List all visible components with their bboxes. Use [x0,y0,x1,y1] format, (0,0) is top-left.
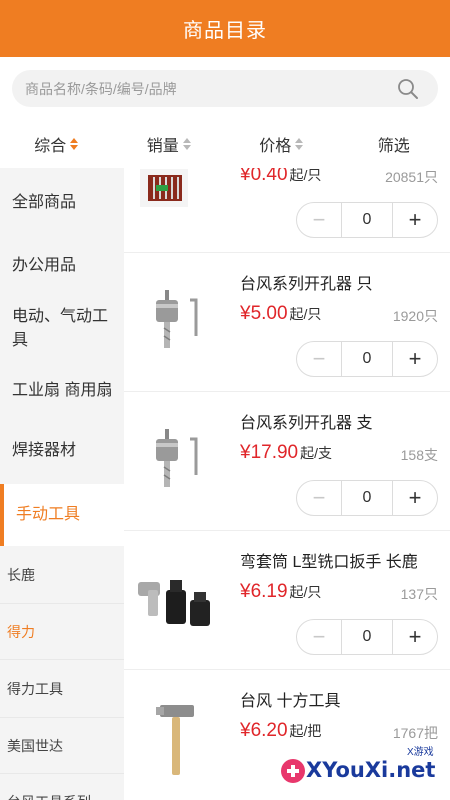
search-input[interactable] [25,80,385,97]
sort-label: 筛选 [377,138,410,155]
watermark-text: XYouXi.net [306,758,436,782]
decrement-button[interactable]: − [297,342,341,376]
quantity-value[interactable]: 0 [341,620,393,654]
price-unit: 起/只 [289,306,322,322]
price-value: ¥0.40 [240,168,288,185]
product-list[interactable]: ¥0.40 起/只 20851只 − 0 + 台风系列开孔器 只 ¥5.00 起/只… [124,168,450,800]
price-unit: 起/只 [289,168,322,183]
product-image [156,429,198,487]
subcategory-deli[interactable]: 得力 [0,604,124,660]
sort-arrows-icon [295,137,304,151]
sort-price[interactable]: 价格 [225,120,338,168]
category-label: 焊接器材 [12,442,77,459]
sold-count: 158支 [400,447,438,463]
quantity-stepper[interactable]: − 0 + [296,341,438,377]
sort-label: 综合 [34,138,67,155]
price-value: ¥6.19 [240,581,288,602]
sort-label: 销量 [146,138,179,155]
category-office[interactable]: 办公用品 [0,238,124,294]
sort-arrows-icon [70,137,79,151]
quantity-stepper[interactable]: − 0 + [296,480,438,516]
decrement-button[interactable]: − [297,203,341,237]
filter-button[interactable]: 筛选 [338,120,450,168]
product-item[interactable]: 弯套筒 L型铣口扳手 长鹿 ¥6.19 起/只 137只 − 0 + [124,532,450,670]
subcategory-label: 长鹿 [7,566,35,583]
sort-bar: 综合 销量 价格 筛选 [0,120,450,168]
product-image [138,580,210,626]
category-power-tools[interactable]: 电动、气动工具 [0,294,124,364]
category-all[interactable]: 全部商品 [0,168,124,238]
product-name: 台风 十方工具 [240,693,341,710]
product-name: 弯套筒 L型铣口扳手 长鹿 [240,554,418,571]
category-label: 工业扇 商用扇 [12,382,113,399]
product-price: ¥17.90 起/支 [240,442,332,464]
product-name: 台风系列开孔器 只 [240,276,373,293]
decrement-button[interactable]: − [297,481,341,515]
sold-count: 20851只 [385,169,438,185]
subcategory-taifeng[interactable]: 台风工具系列 [0,774,124,800]
product-item[interactable]: 台风系列开孔器 只 ¥5.00 起/只 1920只 − 0 + [124,254,450,392]
category-label: 手动工具 [16,506,81,523]
subcategory-label: 得力工具 [7,680,63,697]
category-label: 电动、气动工具 [12,308,109,349]
sort-comprehensive[interactable]: 综合 [0,120,113,168]
top-bar: 商品目录 [0,0,450,57]
category-label: 办公用品 [12,257,77,274]
quantity-value[interactable]: 0 [341,481,393,515]
search-icon[interactable] [396,77,420,101]
category-sidebar[interactable]: 全部商品 办公用品 电动、气动工具 工业扇 商用扇 焊接器材 手动工具 长鹿 得… [0,168,124,800]
search-area [0,57,450,120]
product-price: ¥6.19 起/只 [240,581,321,603]
price-value: ¥5.00 [240,303,288,324]
subcategory-deli-tools[interactable]: 得力工具 [0,660,124,718]
watermark-tag: X游戏 [407,747,434,758]
price-unit: 起/只 [289,584,322,600]
product-price: ¥5.00 起/只 [240,303,321,325]
quantity-value[interactable]: 0 [341,342,393,376]
subcategory-label: 美国世达 [7,737,63,754]
product-price: ¥0.40 起/只 [240,168,321,186]
category-fans[interactable]: 工业扇 商用扇 [0,364,124,418]
sort-sales[interactable]: 销量 [113,120,226,168]
quantity-stepper[interactable]: − 0 + [296,619,438,655]
increment-button[interactable]: + [393,620,437,654]
subcategory-label: 得力 [7,623,35,640]
category-welding[interactable]: 焊接器材 [0,418,124,484]
product-image [156,290,198,348]
search-box[interactable] [12,70,438,107]
product-name: 台风系列开孔器 支 [240,415,373,432]
subcategory-changlu[interactable]: 长鹿 [0,546,124,604]
product-image [156,705,194,775]
subcategory-sata[interactable]: 美国世达 [0,718,124,774]
price-value: ¥17.90 [240,442,299,463]
increment-button[interactable]: + [393,203,437,237]
quantity-value[interactable]: 0 [341,203,393,237]
sort-arrows-icon [182,137,191,151]
price-unit: 起/支 [300,445,333,461]
subcategory-label: 台风工具系列 [7,792,91,800]
category-hand-tools[interactable]: 手动工具 [0,484,124,546]
sold-count: 137只 [400,586,438,602]
product-item[interactable]: ¥0.40 起/只 20851只 − 0 + [124,168,450,253]
decrement-button[interactable]: − [297,620,341,654]
sort-label: 价格 [259,138,292,155]
increment-button[interactable]: + [393,342,437,376]
quantity-stepper[interactable]: − 0 + [296,202,438,238]
product-image [140,169,188,207]
increment-button[interactable]: + [393,481,437,515]
page-title: 商品目录 [183,20,267,42]
category-label: 全部商品 [12,194,77,211]
product-item[interactable]: 台风系列开孔器 支 ¥17.90 起/支 158支 − 0 + [124,393,450,531]
sold-count: 1920只 [392,308,438,324]
